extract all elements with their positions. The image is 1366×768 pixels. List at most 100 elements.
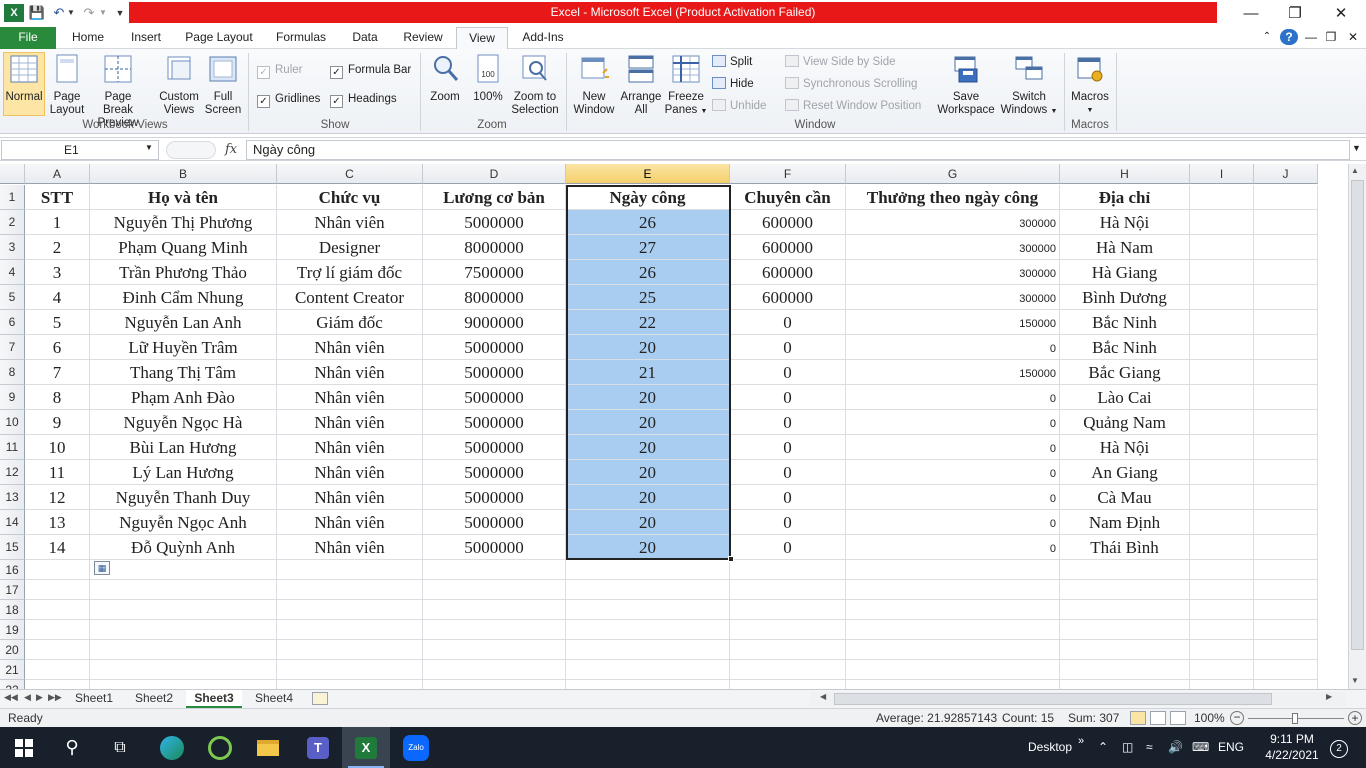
column-header-j[interactable]: J [1254,164,1318,184]
paste-options-icon[interactable]: ▦ [94,561,110,575]
keyboard-icon[interactable]: ⌨ [1192,727,1209,768]
sheet-tab-sheet2[interactable]: Sheet2 [126,690,182,708]
redo-icon[interactable]: ↷ [80,4,98,22]
data-cell[interactable]: Hà Nội [1060,210,1190,235]
zoom-out-icon[interactable]: − [1230,711,1244,725]
empty-cell[interactable] [730,680,846,689]
empty-cell[interactable] [1060,660,1190,680]
data-cell[interactable]: Bình Dương [1060,285,1190,310]
restore-button[interactable]: ❐ [1272,2,1318,26]
empty-cell[interactable] [1190,560,1254,580]
data-cell[interactable]: 0 [846,510,1060,535]
column-header-h[interactable]: H [1060,164,1190,184]
data-cell[interactable]: Designer [277,235,423,260]
clock[interactable]: 9:11 PM 4/22/2021 [1264,727,1320,768]
empty-cell[interactable] [566,560,730,580]
empty-cell[interactable] [730,560,846,580]
edge-browser-icon[interactable] [148,727,196,768]
data-cell[interactable]: 0 [730,310,846,335]
scroll-left-icon[interactable]: ◀ [820,692,826,701]
data-cell[interactable]: Bắc Ninh [1060,335,1190,360]
empty-cell[interactable] [1254,410,1318,435]
insert-sheet-icon[interactable] [312,692,328,705]
volume-icon[interactable]: 🔊 [1168,727,1183,768]
empty-cell[interactable] [730,600,846,620]
workbook-close-icon[interactable]: ✕ [1346,27,1360,49]
empty-cell[interactable] [1190,460,1254,485]
header-cell-f[interactable]: Chuyên cần [730,185,846,210]
empty-cell[interactable] [25,640,90,660]
zoom-to-selection-button[interactable]: Zoom to Selection [510,53,560,117]
empty-cell[interactable] [423,680,566,689]
headings-checkbox[interactable]: ✓ Headings [330,91,397,108]
scroll-up-icon[interactable]: ▲ [1351,166,1359,175]
empty-cell[interactable] [25,580,90,600]
select-all-corner[interactable] [0,164,25,184]
normal-view-status-icon[interactable] [1130,711,1146,725]
data-cell[interactable]: Hà Nam [1060,235,1190,260]
empty-cell[interactable] [277,680,423,689]
data-cell[interactable]: Lý Lan Hương [90,460,277,485]
empty-cell[interactable] [1190,580,1254,600]
empty-cell[interactable] [1190,435,1254,460]
header-cell-b[interactable]: Họ và tên [90,185,277,210]
column-header-a[interactable]: A [25,164,90,184]
tray-show-hidden-icon[interactable]: ⌃ [1098,727,1108,768]
empty-cell[interactable] [1254,660,1318,680]
data-cell[interactable]: An Giang [1060,460,1190,485]
row-header-19[interactable]: 19 [0,620,25,640]
empty-cell[interactable] [846,560,1060,580]
empty-cell[interactable] [423,560,566,580]
app-green-icon[interactable] [196,727,244,768]
data-cell[interactable]: Nhân viên [277,360,423,385]
empty-cell[interactable] [1254,580,1318,600]
data-cell[interactable]: 0 [730,360,846,385]
header-cell-g[interactable]: Thưởng theo ngày công [846,185,1060,210]
zoom-level[interactable]: 100% [1194,709,1225,727]
fill-handle[interactable] [728,556,734,562]
empty-cell[interactable] [25,660,90,680]
empty-cell[interactable] [1254,285,1318,310]
empty-cell[interactable] [1190,410,1254,435]
empty-cell[interactable] [1254,210,1318,235]
excel-taskbar-icon[interactable]: X [342,727,390,768]
tab-file[interactable]: File [0,27,56,49]
empty-cell[interactable] [1254,680,1318,689]
empty-cell[interactable] [90,660,277,680]
data-cell[interactable]: Lữ Huyền Trâm [90,335,277,360]
data-cell[interactable]: Nguyễn Ngọc Hà [90,410,277,435]
data-cell[interactable]: Nhân viên [277,410,423,435]
empty-cell[interactable] [566,660,730,680]
page-layout-button[interactable]: Page Layout [48,53,86,117]
empty-cell[interactable] [1254,640,1318,660]
search-icon[interactable]: ⚲ [48,727,96,768]
formula-bar-checkbox[interactable]: ✓ Formula Bar [330,62,411,79]
data-cell[interactable]: Nam Định [1060,510,1190,535]
data-cell[interactable]: 8000000 [423,285,566,310]
data-cell[interactable]: 600000 [730,235,846,260]
row-header-8[interactable]: 8 [0,360,25,385]
data-cell[interactable]: 0 [730,410,846,435]
data-cell[interactable]: 150000 [846,360,1060,385]
redo-dropdown-icon[interactable]: ▼ [98,4,108,22]
empty-cell[interactable] [1254,360,1318,385]
empty-cell[interactable] [1190,535,1254,560]
empty-cell[interactable] [277,580,423,600]
view-side-by-side-button[interactable]: View Side by Side [785,53,895,71]
wifi-icon[interactable]: ≈ [1146,727,1153,768]
data-cell[interactable]: Giám đốc [277,310,423,335]
data-cell[interactable]: Nguyễn Thanh Duy [90,485,277,510]
data-cell[interactable]: 0 [730,485,846,510]
desktop-toolbar[interactable]: Desktop [1028,727,1072,768]
data-cell[interactable]: Quảng Nam [1060,410,1190,435]
data-cell[interactable]: 300000 [846,210,1060,235]
gridlines-checkbox[interactable]: ✓ Gridlines [257,91,320,108]
empty-cell[interactable] [1060,620,1190,640]
header-cell-c[interactable]: Chức vụ [277,185,423,210]
data-cell[interactable]: 300000 [846,260,1060,285]
header-cell-d[interactable]: Lương cơ bản [423,185,566,210]
empty-cell[interactable] [846,680,1060,689]
data-cell[interactable]: Content Creator [277,285,423,310]
row-header-18[interactable]: 18 [0,600,25,620]
help-icon[interactable]: ? [1280,29,1298,45]
